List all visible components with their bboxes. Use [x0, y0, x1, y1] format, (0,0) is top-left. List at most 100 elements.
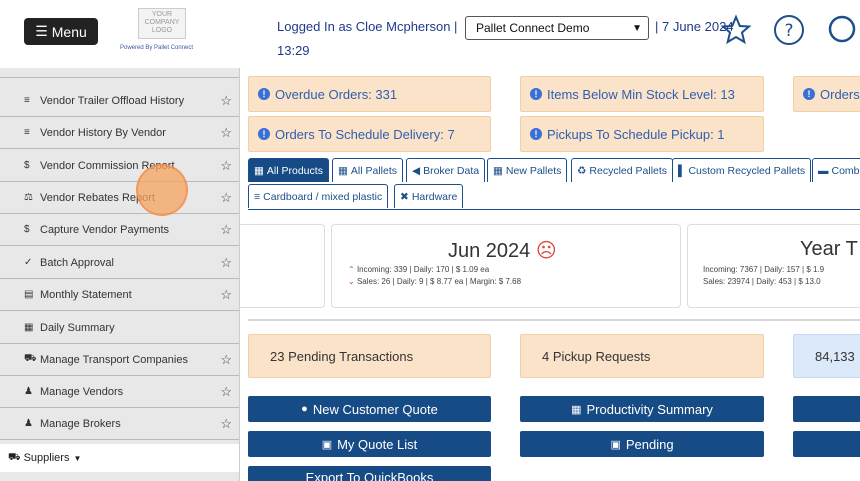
sidebar-item-label: Monthly Statement — [40, 288, 132, 301]
caret-down-icon: ▼ — [73, 453, 82, 463]
info-icon: ! — [530, 88, 542, 100]
stat-incoming-text: Incoming: 7367 | Daily: 157 | $ 1.9 — [703, 265, 825, 274]
logged-in-text: Logged In as Cloe Mcpherson | — [277, 19, 458, 34]
alert-items-below-min-stock[interactable]: ! Items Below Min Stock Level: 13 — [520, 76, 764, 112]
tab-label: Hardware — [411, 190, 458, 203]
truck-icon: ⛟ — [8, 451, 21, 463]
star-outline-icon[interactable]: ☆ — [220, 93, 232, 109]
pickup-requests-card[interactable]: 4 Pickup Requests — [520, 334, 764, 378]
clipboard-icon: ▣ — [610, 438, 621, 451]
alert-label: Overdue Orders: 331 — [275, 86, 398, 102]
scale-icon: ⚖ — [24, 192, 33, 203]
info-value-label: 84,133 — [815, 348, 855, 364]
button-label: Productivity Summary — [586, 401, 713, 417]
sidebar-item-label: Vendor Rebates Report — [40, 191, 155, 204]
star-outline-icon[interactable]: ☆ — [220, 352, 232, 368]
menu-button[interactable]: ☰ Menu — [24, 18, 98, 45]
alert-pickups-to-schedule[interactable]: ! Pickups To Schedule Pickup: 1 — [520, 116, 764, 152]
my-quote-list-button[interactable]: ▣ My Quote List — [248, 431, 491, 457]
star-outline-icon[interactable]: ☆ — [220, 222, 232, 238]
tab-label: Custom Recycled Pallets — [688, 164, 806, 177]
tab-hardware[interactable]: ✖ Hardware — [394, 184, 464, 208]
export-quickbooks-button[interactable]: Export To QuickBooks — [248, 466, 491, 481]
info-icon: ! — [258, 128, 270, 140]
tools-icon: ✖ — [400, 190, 409, 203]
star-outline-icon[interactable]: ☆ — [220, 255, 232, 271]
sidebar: ≡ ≡ Vendor Trailer Offload History ☆ ≡ V… — [0, 68, 240, 481]
alert-orders-to-schedule-delivery[interactable]: ! Orders To Schedule Delivery: 7 — [248, 116, 491, 152]
sidebar-item-manage-brokers[interactable]: ♟ Manage Brokers ☆ — [0, 408, 239, 440]
star-outline-icon[interactable]: ☆ — [220, 190, 232, 206]
sidebar-item-capture-vendor-payments[interactable]: $ Capture Vendor Payments ☆ — [0, 214, 239, 246]
top-header: ☰ Menu YOUR COMPANY LOGO Powered By Pall… — [0, 0, 860, 68]
sidebar-item-batch-approval[interactable]: ✓ Batch Approval ☆ — [0, 247, 239, 279]
button-label: New Customer Quote — [312, 401, 438, 417]
star-outline-icon[interactable]: ☆ — [220, 416, 232, 432]
info-value-card[interactable]: 84,133 — [793, 334, 860, 378]
tab-custom-recycled-pallets[interactable]: ▌ Custom Recycled Pallets — [672, 158, 812, 182]
sidebar-item-manage-vendors[interactable]: ♟ Manage Vendors ☆ — [0, 376, 239, 408]
tab-label: Broker Data — [423, 164, 480, 177]
sidebar-item-daily-summary[interactable]: ▦ Daily Summary — [0, 312, 239, 344]
tab-comb[interactable]: ▬ Comb — [812, 158, 860, 182]
star-outline-icon[interactable]: ☆ — [220, 158, 232, 174]
stat-sales: ⌄ Sales: 26 | Daily: 9 | $ 8.77 ea | Mar… — [348, 277, 521, 286]
alert-label: Orders — [820, 86, 860, 102]
alert-overdue-orders[interactable]: ! Overdue Orders: 331 — [248, 76, 491, 112]
sad-face-icon: ☹ — [535, 240, 557, 262]
share-icon: ◀ — [412, 164, 421, 177]
chevron-down-icon: ▼ — [632, 22, 642, 34]
tab-new-pallets[interactable]: ▦ New Pallets — [487, 158, 568, 182]
partial-button[interactable] — [793, 396, 860, 422]
users-icon: ♟ — [24, 386, 33, 397]
sidebar-item-monthly-statement[interactable]: ▤ Monthly Statement ☆ — [0, 279, 239, 311]
sidebar-item-label: Vendor Commission Report — [40, 159, 175, 172]
info-icon: ! — [258, 88, 270, 100]
svg-text:?: ? — [784, 21, 793, 41]
tab-label: Comb — [831, 164, 860, 177]
search-icon[interactable] — [826, 14, 858, 46]
sidebar-item-vendor-commission-report[interactable]: $ Vendor Commission Report ☆ — [0, 150, 239, 182]
pallet-icon: ▬ — [818, 164, 829, 177]
tab-label: Cardboard / mixed plastic — [263, 190, 383, 203]
alert-label: Orders To Schedule Delivery: 7 — [275, 126, 455, 142]
time-text: 13:29 — [277, 43, 310, 58]
tab-all-products[interactable]: ▦ All Products — [248, 158, 329, 182]
partial-button[interactable] — [793, 431, 860, 457]
sidebar-item-vendor-history-by-vendor[interactable]: ≡ Vendor History By Vendor ☆ — [0, 117, 239, 149]
sidebar-item-partial[interactable]: ≡ — [0, 68, 239, 78]
info-icon: ! — [803, 88, 815, 100]
year-title: Year T — [800, 238, 858, 260]
favorite-star-icon[interactable] — [720, 14, 752, 46]
help-icon[interactable]: ? — [773, 14, 805, 46]
tab-broker-data[interactable]: ◀ Broker Data — [406, 158, 486, 182]
list-icon: ≡ — [24, 95, 30, 106]
table-icon: ▦ — [571, 403, 582, 416]
stat-card-title: Jun 2024 ☹ — [448, 238, 557, 263]
tab-recycled-pallets[interactable]: ♻ Recycled Pallets — [571, 158, 674, 182]
star-outline-icon[interactable]: ☆ — [220, 287, 232, 303]
new-customer-quote-button[interactable]: ● New Customer Quote — [248, 396, 491, 422]
suppliers-label: Suppliers — [23, 452, 70, 464]
hamburger-icon: ☰ — [35, 23, 48, 39]
tab-label: All Products — [266, 164, 323, 177]
tab-all-pallets[interactable]: ▦ All Pallets — [332, 158, 404, 182]
table-icon: ▦ — [24, 322, 34, 333]
sidebar-item-vendor-rebates-report[interactable]: ⚖ Vendor Rebates Report ☆ — [0, 182, 239, 214]
logo-caption: Powered By Pallet Connect — [120, 45, 194, 51]
company-select[interactable]: Pallet Connect Demo ▼ — [465, 16, 649, 40]
star-outline-icon[interactable]: ☆ — [220, 384, 232, 400]
pending-transactions-card[interactable]: 23 Pending Transactions — [248, 334, 491, 378]
productivity-summary-button[interactable]: ▦ Productivity Summary — [520, 396, 764, 422]
comment-icon: ▣ — [321, 438, 333, 451]
sidebar-item-manage-transport-companies[interactable]: ⛟ Manage Transport Companies ☆ — [0, 344, 239, 376]
month-title: Jun 2024 — [448, 240, 531, 262]
sidebar-section-suppliers[interactable]: ⛟ Suppliers ▼ — [0, 444, 239, 472]
sidebar-item-label: Manage Transport Companies — [40, 353, 188, 366]
pending-button[interactable]: ▣ Pending — [520, 431, 764, 457]
star-outline-icon[interactable]: ☆ — [220, 125, 232, 141]
sidebar-item-vendor-trailer-offload-history[interactable]: ≡ Vendor Trailer Offload History ☆ — [0, 85, 239, 117]
sidebar-item-label: Vendor History By Vendor — [40, 126, 166, 139]
tab-cardboard-mixed-plastic[interactable]: ≡ Cardboard / mixed plastic — [248, 184, 389, 208]
alert-orders[interactable]: ! Orders — [793, 76, 860, 112]
